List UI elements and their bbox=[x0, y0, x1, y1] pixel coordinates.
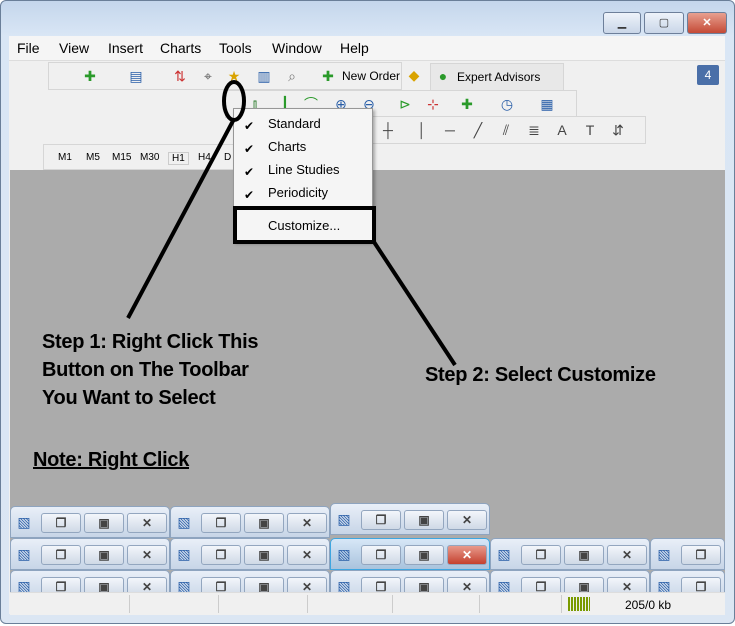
close-button[interactable]: ✕ bbox=[447, 510, 487, 530]
note-annotation: Note: Right Click bbox=[33, 449, 190, 471]
chart-window-icon: ▧ bbox=[497, 546, 511, 562]
close-button[interactable]: ✕ bbox=[287, 545, 327, 565]
minimized-chart-window[interactable]: ▧ ❐ ▣ ✕ bbox=[490, 538, 650, 570]
step1-line: Step 1: Right Click This bbox=[42, 331, 259, 353]
restore-button[interactable]: ❐ bbox=[201, 545, 241, 565]
annotation-line-step1 bbox=[126, 118, 236, 319]
status-bar: 205/0 kb bbox=[10, 592, 725, 615]
chart-window-icon: ▧ bbox=[337, 511, 351, 527]
restore-button[interactable]: ❐ bbox=[361, 510, 401, 530]
restore-button[interactable]: ❐ bbox=[361, 545, 401, 565]
chart-window-icon: ▧ bbox=[177, 514, 191, 530]
chart-window-icon: ▧ bbox=[657, 546, 671, 562]
step1-annotation: Step 1: Right Click This Button on The T… bbox=[42, 328, 258, 412]
restore-button[interactable]: ❐ bbox=[41, 545, 81, 565]
step1-line: Button on The Toolbar bbox=[42, 359, 249, 381]
annotation-line-step2 bbox=[372, 240, 457, 367]
traffic-readout: 205/0 kb bbox=[625, 598, 672, 612]
restore-button[interactable]: ❐ bbox=[41, 513, 81, 533]
close-button[interactable]: ✕ bbox=[287, 513, 327, 533]
minimized-chart-window[interactable]: ▧ ❐ ▣ ✕ bbox=[10, 506, 170, 538]
minimized-chart-window[interactable]: ▧ ❐ ▣ ✕ bbox=[330, 503, 490, 535]
maximize-button[interactable]: ▣ bbox=[404, 510, 444, 530]
minimized-chart-window[interactable]: ▧ ❐ ▣ ✕ bbox=[10, 538, 170, 570]
maximize-button[interactable]: ▣ bbox=[404, 545, 444, 565]
step1-line: You Want to Select bbox=[42, 387, 216, 409]
close-button[interactable]: ✕ bbox=[447, 545, 487, 565]
maximize-button[interactable]: ▣ bbox=[244, 545, 284, 565]
annotation-box bbox=[233, 206, 376, 244]
restore-button[interactable]: ❐ bbox=[521, 545, 561, 565]
maximize-button[interactable]: ▣ bbox=[84, 545, 124, 565]
minimized-chart-window[interactable]: ▧ ❐ bbox=[650, 538, 725, 570]
chart-window-icon: ▧ bbox=[17, 546, 31, 562]
restore-button[interactable]: ❐ bbox=[201, 513, 241, 533]
annotation-circle bbox=[222, 80, 246, 122]
restore-button[interactable]: ❐ bbox=[681, 545, 721, 565]
chart-window-icon: ▧ bbox=[17, 514, 31, 530]
minimized-chart-window[interactable]: ▧ ❐ ▣ ✕ bbox=[330, 538, 490, 570]
step2-annotation: Step 2: Select Customize bbox=[425, 364, 656, 386]
maximize-button[interactable]: ▣ bbox=[564, 545, 604, 565]
maximize-button[interactable]: ▣ bbox=[84, 513, 124, 533]
chart-window-icon: ▧ bbox=[177, 546, 191, 562]
close-button[interactable]: ✕ bbox=[127, 513, 167, 533]
maximize-button[interactable]: ▣ bbox=[244, 513, 284, 533]
minimized-chart-window[interactable]: ▧ ❐ ▣ ✕ bbox=[170, 506, 330, 538]
minimized-chart-window[interactable]: ▧ ❐ ▣ ✕ bbox=[170, 538, 330, 570]
close-button[interactable]: ✕ bbox=[607, 545, 647, 565]
chart-window-icon: ▧ bbox=[337, 546, 351, 562]
connection-status-icon[interactable] bbox=[568, 597, 590, 611]
close-button[interactable]: ✕ bbox=[127, 545, 167, 565]
